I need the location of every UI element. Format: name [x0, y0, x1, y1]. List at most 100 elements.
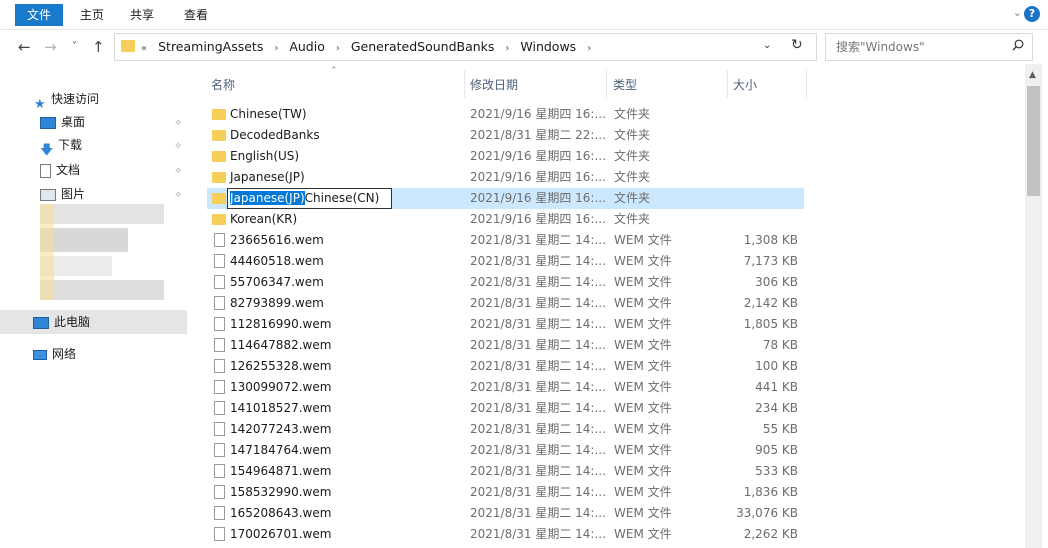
address-row: ← → ˅ ↑ « StreamingAssets › Audio › Gene… [0, 30, 1048, 64]
file-icon [214, 527, 225, 541]
column-header-size[interactable]: 大小 [733, 72, 757, 98]
file-date: 2021/8/31 星期二 14:... [470, 317, 606, 331]
file-date: 2021/8/31 星期二 14:... [470, 443, 606, 457]
file-row[interactable]: Japanese(JP) 2021/9/16 星期四 16:... 文件夹 [207, 167, 804, 188]
file-row[interactable]: 147184764.wem 2021/8/31 星期二 14:... WEM 文件 9… [207, 440, 804, 461]
folder-icon [212, 214, 226, 225]
file-row[interactable]: 126255328.wem 2021/8/31 星期二 14:... WEM 文件 1… [207, 356, 804, 377]
column-divider[interactable] [806, 70, 807, 98]
file-row[interactable]: 154964871.wem 2021/8/31 星期二 14:... WEM 文件 5… [207, 461, 804, 482]
scroll-up-icon[interactable]: ▲ [1029, 70, 1036, 80]
tab-file[interactable]: 文件 [15, 4, 63, 26]
file-row[interactable]: Chinese(TW) 2021/9/16 星期四 16:... 文件夹 [207, 104, 804, 125]
forward-arrow-icon[interactable]: → [44, 38, 57, 56]
computer-icon [33, 316, 49, 329]
file-row[interactable]: 44460518.wem 2021/8/31 星期二 14:... WEM 文件 7,… [207, 251, 804, 272]
search-icon[interactable] [1012, 39, 1024, 51]
navigation-pane: ★ 快速访问 桌面 ✧ 🡇 下载 ✧ 文档 ✧ 图片 ✧ 此电脑 网络 [0, 64, 195, 548]
sidebar-item-this-pc[interactable]: 此电脑 [33, 311, 90, 333]
sidebar-item-pictures[interactable]: 图片 [40, 183, 85, 205]
file-icon [214, 485, 225, 499]
file-date: 2021/8/31 星期二 14:... [470, 485, 606, 499]
breadcrumb-chevron-icon[interactable]: › [274, 43, 278, 54]
file-name: 112816990.wem [230, 317, 332, 331]
breadcrumb-chevron-icon[interactable]: › [505, 43, 509, 54]
search-box[interactable]: 搜索"Windows" [825, 33, 1033, 61]
file-size: 55 KB [762, 422, 798, 436]
breadcrumb-overflow[interactable]: « [141, 43, 147, 54]
breadcrumb-streamingassets[interactable]: StreamingAssets [158, 39, 263, 54]
file-name: 158532990.wem [230, 485, 332, 499]
file-size: 7,173 KB [743, 254, 798, 268]
refresh-icon[interactable]: ↻ [791, 37, 803, 53]
file-row[interactable]: Japanese(JP)Chinese(CN) 2021/9/16 星期四 16:… [207, 188, 804, 209]
file-row[interactable]: 170026701.wem 2021/8/31 星期二 14:... WEM 文件 2… [207, 524, 804, 545]
search-placeholder[interactable]: 搜索"Windows" [836, 34, 925, 60]
file-size: 1,308 KB [743, 233, 798, 247]
file-type: 文件夹 [614, 212, 651, 226]
breadcrumb-windows[interactable]: Windows [520, 39, 576, 54]
file-row[interactable]: 158532990.wem 2021/8/31 星期二 14:... WEM 文件 1… [207, 482, 804, 503]
file-icon [214, 464, 225, 478]
folder-icon [212, 172, 226, 183]
column-header-name[interactable]: 名称 [211, 72, 235, 98]
column-header-type[interactable]: 类型 [613, 72, 637, 98]
pin-icon[interactable]: ✧ [174, 141, 182, 152]
back-arrow-icon[interactable]: ← [18, 38, 31, 56]
sidebar-item-network[interactable]: 网络 [33, 343, 76, 365]
file-type: 文件夹 [614, 149, 651, 163]
vertical-scrollbar[interactable]: ▲ [1025, 64, 1042, 548]
file-name: 44460518.wem [230, 254, 324, 268]
recent-locations-icon[interactable]: ˅ [72, 41, 77, 52]
file-size: 306 KB [755, 275, 798, 289]
up-arrow-icon[interactable]: ↑ [92, 38, 105, 56]
sidebar-selection [0, 310, 187, 334]
tab-home[interactable]: 主页 [74, 4, 110, 26]
file-type: 文件夹 [614, 170, 651, 184]
file-size: 2,262 KB [743, 527, 798, 541]
column-divider[interactable] [606, 70, 607, 98]
file-row[interactable]: 130099072.wem 2021/8/31 星期二 14:... WEM 文件 4… [207, 377, 804, 398]
tab-share[interactable]: 共享 [124, 4, 160, 26]
breadcrumb-generatedsoundbanks[interactable]: GeneratedSoundBanks [351, 39, 495, 54]
rename-input[interactable]: Japanese(JP)Chinese(CN) [227, 188, 392, 209]
scrollbar-thumb[interactable] [1027, 86, 1040, 196]
tab-view[interactable]: 查看 [178, 4, 214, 26]
file-type: WEM 文件 [614, 422, 672, 436]
sidebar-item-downloads[interactable]: 🡇 下载 [40, 134, 82, 158]
file-name: 114647882.wem [230, 338, 332, 352]
sidebar-item-label: 文档 [56, 163, 81, 177]
file-type: WEM 文件 [614, 506, 672, 520]
file-row[interactable]: English(US) 2021/9/16 星期四 16:... 文件夹 [207, 146, 804, 167]
file-row[interactable]: Korean(KR) 2021/9/16 星期四 16:... 文件夹 [207, 209, 804, 230]
breadcrumb-chevron-icon[interactable]: › [587, 43, 591, 54]
file-row[interactable]: 141018527.wem 2021/8/31 星期二 14:... WEM 文件 2… [207, 398, 804, 419]
address-dropdown-icon[interactable]: ⌄ [763, 40, 771, 51]
column-divider[interactable] [464, 70, 465, 98]
column-divider[interactable] [727, 70, 728, 98]
file-size: 33,076 KB [736, 506, 798, 520]
file-row[interactable]: 165208643.wem 2021/8/31 星期二 14:... WEM 文件 3… [207, 503, 804, 524]
file-name: 130099072.wem [230, 380, 332, 394]
breadcrumb-audio[interactable]: Audio [289, 39, 325, 54]
sidebar-item-documents[interactable]: 文档 [40, 159, 80, 181]
address-bar[interactable]: « StreamingAssets › Audio › GeneratedSou… [114, 33, 817, 61]
file-row[interactable]: 82793899.wem 2021/8/31 星期二 14:... WEM 文件 2,… [207, 293, 804, 314]
breadcrumb-chevron-icon[interactable]: › [336, 43, 340, 54]
file-row[interactable]: 112816990.wem 2021/8/31 星期二 14:... WEM 文件 1… [207, 314, 804, 335]
sidebar-item-desktop[interactable]: 桌面 [40, 111, 85, 133]
pin-icon[interactable]: ✧ [174, 166, 182, 177]
sidebar-quick-access[interactable]: ★ 快速访问 [34, 88, 99, 112]
ribbon-expand-icon[interactable]: ⌄ [1013, 6, 1022, 19]
column-header-date[interactable]: 修改日期 [470, 72, 518, 98]
file-row[interactable]: 114647882.wem 2021/8/31 星期二 14:... WEM 文件 7… [207, 335, 804, 356]
pin-icon[interactable]: ✧ [174, 118, 182, 129]
file-row[interactable]: 142077243.wem 2021/8/31 星期二 14:... WEM 文件 5… [207, 419, 804, 440]
file-date: 2021/9/16 星期四 16:... [470, 212, 606, 226]
file-row[interactable]: 23665616.wem 2021/8/31 星期二 14:... WEM 文件 1,… [207, 230, 804, 251]
help-icon[interactable]: ? [1024, 6, 1040, 22]
file-row[interactable]: DecodedBanks 2021/8/31 星期二 22:... 文件夹 [207, 125, 804, 146]
file-row[interactable]: 55706347.wem 2021/8/31 星期二 14:... WEM 文件 30… [207, 272, 804, 293]
pin-icon[interactable]: ✧ [174, 190, 182, 201]
file-size: 1,836 KB [743, 485, 798, 499]
